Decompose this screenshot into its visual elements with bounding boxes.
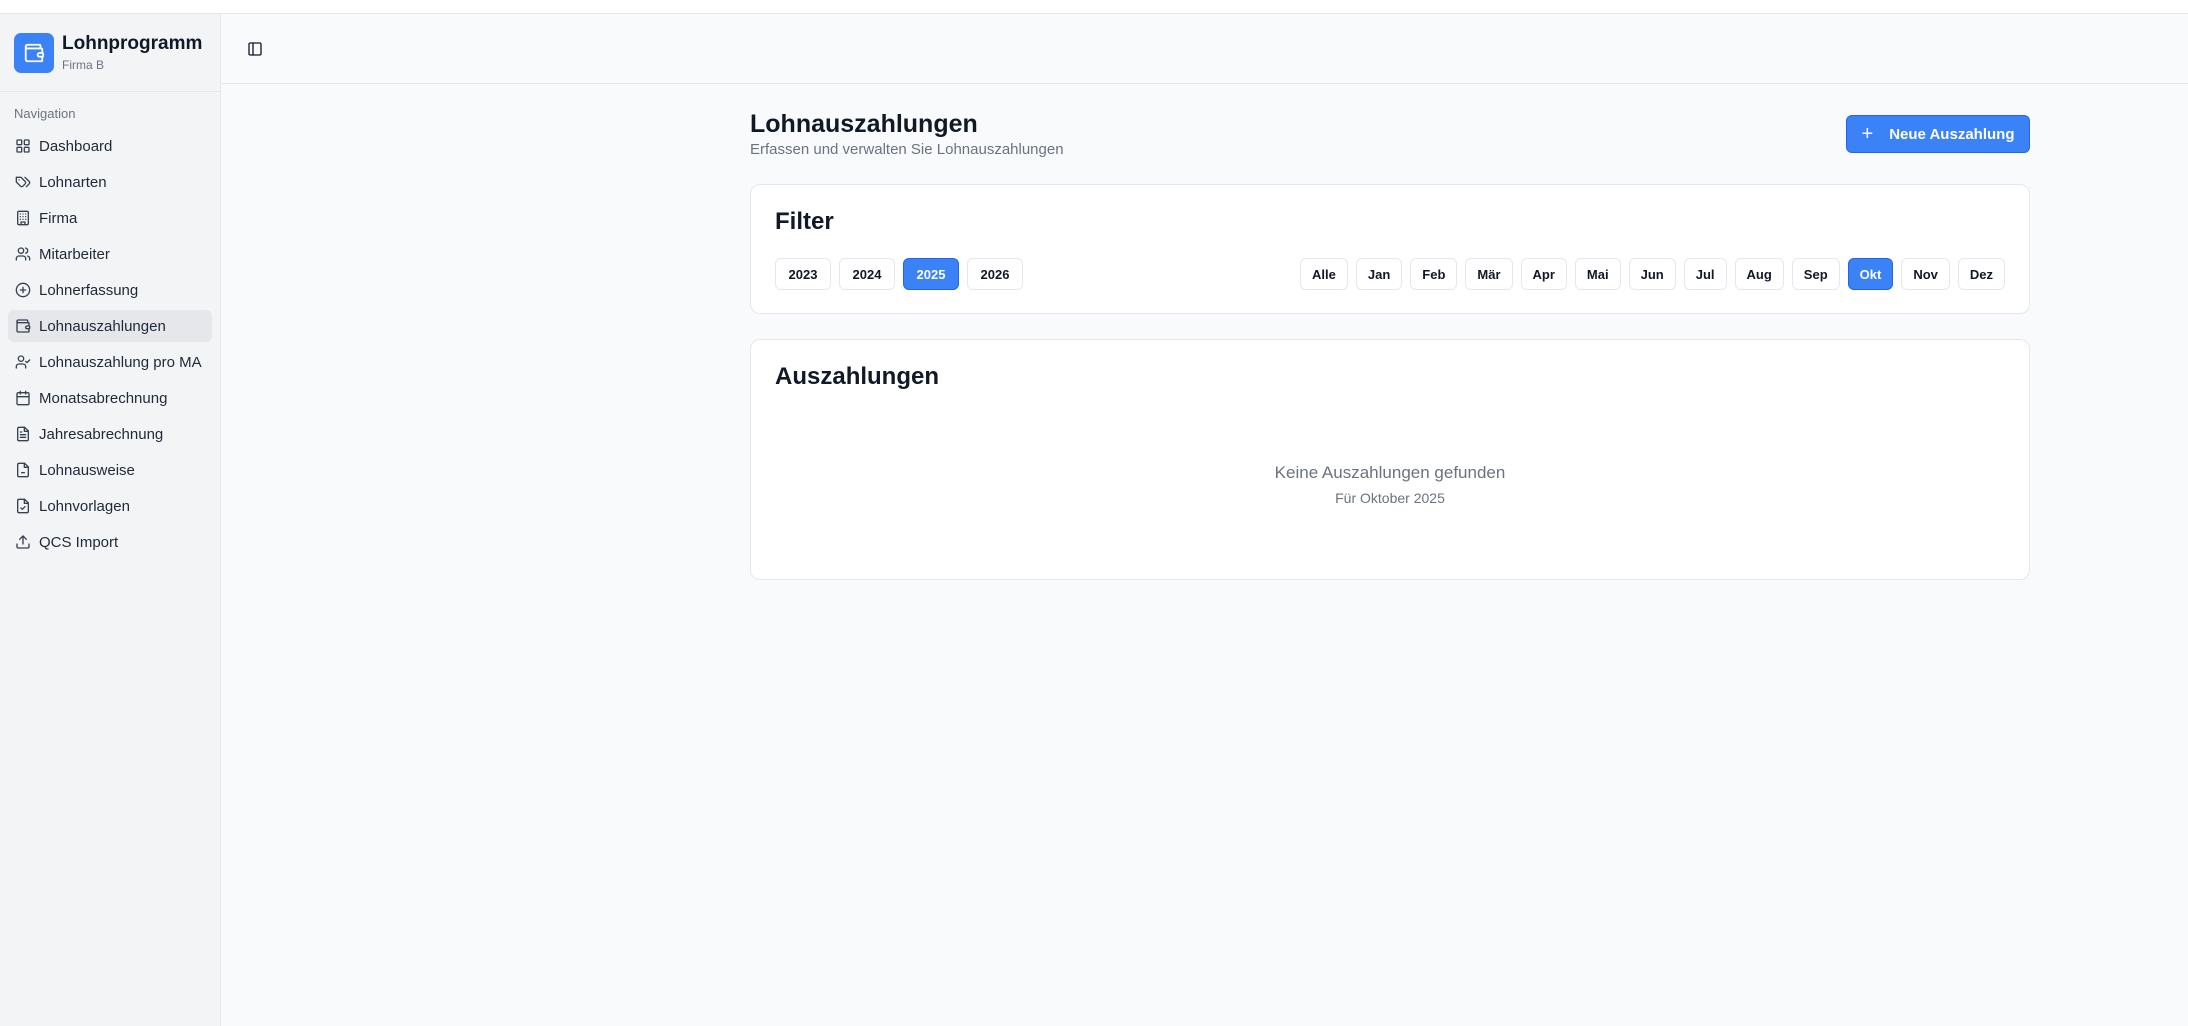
grid-icon [16, 139, 30, 153]
year-chip-2026[interactable]: 2026 [967, 258, 1023, 290]
month-chip-okt[interactable]: Okt [1847, 258, 1894, 290]
file-icon [17, 462, 29, 478]
year-chip-2023[interactable]: 2023 [775, 258, 831, 290]
sidebar-item-lohnvorlagen[interactable]: Lohnvorlagen [8, 490, 212, 522]
sidebar-item-lohnausweise[interactable]: Lohnausweise [8, 454, 212, 486]
sidebar-item-lohnarten[interactable]: Lohnarten [8, 166, 212, 198]
sidebar-item-label: QCS Import [39, 533, 119, 551]
sidebar-item-label: Monatsabrechnung [39, 389, 168, 407]
plus-icon: + [1861, 123, 1874, 145]
sidebar-item-qcs-import[interactable]: QCS Import [8, 526, 212, 558]
payouts-card: Auszahlungen Keine Auszahlungen gefunden… [750, 339, 2030, 580]
new-payout-label: Neue Auszahlung [1889, 125, 2015, 143]
sidebar-item-dashboard[interactable]: Dashboard [8, 130, 212, 162]
sidebar-item-lohnerfassung[interactable]: Lohnerfassung [8, 274, 212, 306]
sidebar-item-lohnauszahlungen[interactable]: Lohnauszahlungen [8, 310, 212, 342]
tags-icon [15, 176, 31, 188]
month-chip-jul[interactable]: Jul [1683, 258, 1727, 290]
new-payout-button[interactable]: + Neue Auszahlung [1846, 115, 2030, 153]
calendar-icon [16, 390, 30, 406]
top-header [222, 14, 2188, 84]
sidebar-item-firma[interactable]: Firma [8, 202, 212, 234]
users-icon [15, 247, 31, 261]
month-filter: Alle Jan Feb Mär Apr Mai Jun Jul Aug Sep Okt Nov Dez [1300, 258, 2005, 290]
month-chip-apr[interactable]: Apr [1520, 258, 1567, 290]
user-check-icon [15, 355, 31, 369]
sidebar-item-label: Lohnvorlagen [39, 497, 130, 515]
sidebar-toggle-button[interactable] [242, 36, 268, 62]
sidebar-nav: Dashboard Lohnarten Firma Mitarbeiter Lohner… [0, 130, 220, 558]
month-chip-mai[interactable]: Mai [1574, 258, 1621, 290]
sidebar-item-mitarbeiter[interactable]: Mitarbeiter [8, 238, 212, 270]
month-chip-alle[interactable]: Alle [1300, 258, 1348, 290]
brand: Lohnprogramm Firma B [0, 14, 220, 92]
sidebar-item-label: Lohnauszahlungen [39, 317, 166, 335]
month-chip-nov[interactable]: Nov [1901, 258, 1950, 290]
month-chip-jun[interactable]: Jun [1628, 258, 1676, 290]
filter-card: Filter 2023 2024 2025 2026 Alle Jan Feb Mär Apr… [750, 184, 2030, 314]
upload-icon [16, 535, 30, 549]
sidebar-item-label: Lohnauszahlung pro MA [39, 353, 202, 371]
company-name: Firma B [62, 57, 104, 72]
year-filter: 2023 2024 2025 2026 [775, 258, 1023, 290]
nav-heading: Navigation [14, 106, 76, 121]
wallet-logo-icon [14, 32, 54, 73]
month-chip-jan[interactable]: Jan [1355, 258, 1403, 290]
year-chip-2024[interactable]: 2024 [839, 258, 895, 290]
empty-state-title: Keine Auszahlungen gefunden [1274, 463, 1506, 482]
page-header: Lohnauszahlungen Erfassen und verwalten … [750, 84, 2030, 184]
month-chip-maer[interactable]: Mär [1465, 258, 1513, 290]
month-chip-aug[interactable]: Aug [1734, 258, 1784, 290]
filter-title: Filter [775, 208, 834, 235]
payouts-title: Auszahlungen [775, 363, 940, 390]
sidebar-item-jahresabrechnung[interactable]: Jahresabrechnung [8, 418, 212, 450]
main-content: Lohnauszahlungen Erfassen und verwalten … [750, 84, 2030, 580]
building-icon [17, 210, 29, 226]
sidebar-item-lohnauszahlung-pro-ma[interactable]: Lohnauszahlung pro MA [8, 346, 212, 378]
plus-circle-icon [15, 282, 31, 298]
file-text-icon [17, 426, 29, 442]
month-chip-feb[interactable]: Feb [1410, 258, 1458, 290]
file-check-icon [17, 498, 29, 514]
sidebar-item-label: Lohnarten [39, 173, 107, 191]
page-title: Lohnauszahlungen [750, 110, 978, 138]
wallet-icon [16, 319, 31, 333]
year-chip-2025[interactable]: 2025 [903, 258, 959, 290]
sidebar-item-monatsabrechnung[interactable]: Monatsabrechnung [8, 382, 212, 414]
page-subtitle: Erfassen und verwalten Sie Lohnauszahlun… [750, 141, 1064, 158]
sidebar-item-label: Dashboard [39, 137, 113, 155]
sidebar-item-label: Mitarbeiter [39, 245, 110, 263]
app-title: Lohnprogramm [62, 32, 203, 54]
sidebar-item-label: Lohnausweise [39, 461, 135, 479]
month-chip-sep[interactable]: Sep [1791, 258, 1840, 290]
sidebar-item-label: Firma [39, 209, 78, 227]
sidebar-item-label: Lohnerfassung [39, 281, 139, 299]
sidebar-item-label: Jahresabrechnung [39, 425, 164, 443]
sidebar: Lohnprogramm Firma B Navigation Dashboar… [0, 14, 221, 1026]
browser-bookmarks-strip [0, 0, 2188, 14]
empty-state-subtitle: Für Oktober 2025 [1335, 490, 1445, 506]
sidebar-toggle-icon [248, 42, 262, 56]
month-chip-dez[interactable]: Dez [1957, 258, 2005, 290]
